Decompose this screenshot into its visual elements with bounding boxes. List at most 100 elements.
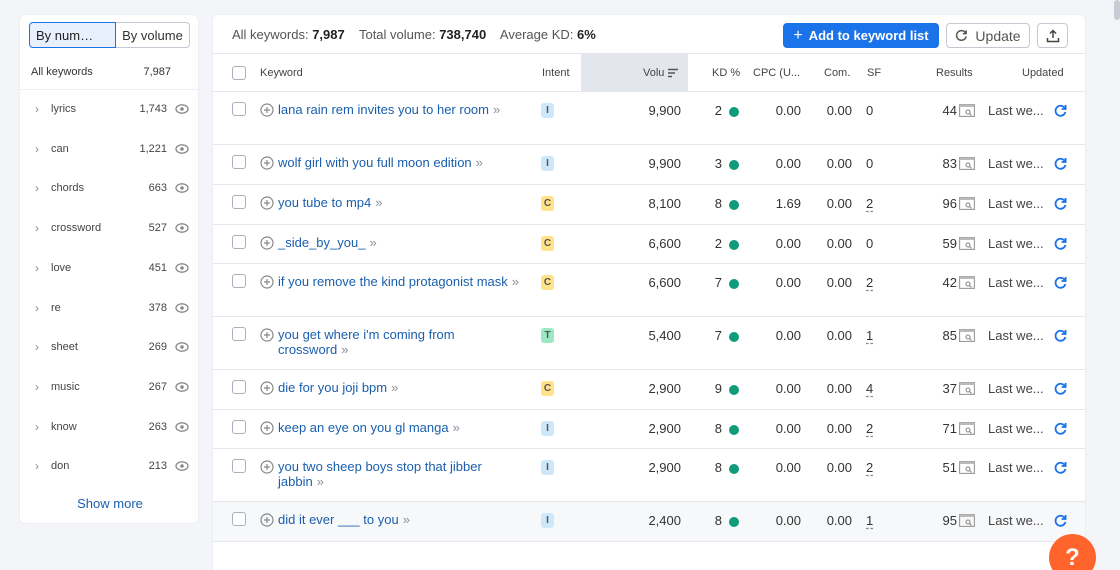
- serp-features-value[interactable]: 2: [866, 275, 873, 290]
- row-checkbox[interactable]: [232, 274, 246, 288]
- serp-preview-icon[interactable]: [959, 276, 975, 289]
- update-button[interactable]: Update: [946, 23, 1030, 48]
- eye-icon[interactable]: [175, 420, 189, 434]
- eye-icon[interactable]: [175, 301, 189, 315]
- row-checkbox[interactable]: [232, 459, 246, 473]
- serp-preview-icon[interactable]: [959, 104, 975, 117]
- add-keyword-icon[interactable]: [260, 196, 274, 210]
- keyword-details-icon[interactable]: »: [403, 512, 410, 527]
- keyword-link[interactable]: did it ever ___ to you: [278, 512, 399, 527]
- keyword-details-icon[interactable]: »: [375, 195, 382, 210]
- col-volume[interactable]: Volu: [643, 54, 679, 92]
- serp-features-value[interactable]: 4: [866, 381, 873, 396]
- serp-features-value[interactable]: 2: [866, 460, 873, 475]
- keyword-link[interactable]: keep an eye on you gl manga: [278, 420, 449, 435]
- keyword-details-icon[interactable]: »: [476, 155, 483, 170]
- keyword-details-icon[interactable]: »: [453, 420, 460, 435]
- show-more-link[interactable]: Show more: [20, 496, 200, 511]
- eye-icon[interactable]: [175, 142, 189, 156]
- serp-preview-icon[interactable]: [959, 329, 975, 342]
- export-button[interactable]: [1037, 23, 1068, 48]
- serp-features-value[interactable]: 1: [866, 513, 873, 528]
- serp-features-value[interactable]: 2: [866, 421, 873, 436]
- col-com[interactable]: Com.: [824, 54, 850, 92]
- keyword-group-item[interactable]: › know 263: [20, 417, 200, 437]
- eye-icon[interactable]: [175, 340, 189, 354]
- keyword-details-icon[interactable]: »: [493, 102, 500, 117]
- col-updated[interactable]: Updated: [1022, 54, 1064, 92]
- refresh-row-icon[interactable]: [1053, 196, 1068, 211]
- refresh-row-icon[interactable]: [1053, 275, 1068, 290]
- keyword-group-item[interactable]: › sheet 269: [20, 337, 200, 357]
- keyword-link[interactable]: you get where i'm coming from crossword: [278, 327, 455, 357]
- serp-features-value[interactable]: 2: [866, 196, 873, 211]
- keyword-details-icon[interactable]: »: [391, 380, 398, 395]
- add-keyword-icon[interactable]: [260, 328, 274, 342]
- refresh-row-icon[interactable]: [1053, 328, 1068, 343]
- row-checkbox[interactable]: [232, 155, 246, 169]
- keyword-link[interactable]: wolf girl with you full moon edition: [278, 155, 472, 170]
- serp-preview-icon[interactable]: [959, 422, 975, 435]
- select-all-checkbox[interactable]: [232, 66, 246, 80]
- all-keywords-row[interactable]: All keywords 7,987: [31, 66, 171, 78]
- keyword-group-item[interactable]: › don 213: [20, 456, 200, 476]
- add-to-keyword-list-button[interactable]: + Add to keyword list: [783, 23, 939, 48]
- row-checkbox[interactable]: [232, 512, 246, 526]
- eye-icon[interactable]: [175, 102, 189, 116]
- refresh-row-icon[interactable]: [1053, 236, 1068, 251]
- keyword-group-item[interactable]: › crossword 527: [20, 218, 200, 238]
- by-number-tab[interactable]: By num…: [29, 22, 116, 48]
- serp-preview-icon[interactable]: [959, 157, 975, 170]
- serp-preview-icon[interactable]: [959, 514, 975, 527]
- col-kd[interactable]: KD %: [712, 54, 740, 92]
- serp-preview-icon[interactable]: [959, 382, 975, 395]
- serp-preview-icon[interactable]: [959, 461, 975, 474]
- eye-icon[interactable]: [175, 181, 189, 195]
- keyword-details-icon[interactable]: »: [512, 274, 519, 289]
- keyword-link[interactable]: _side_by_you_: [278, 235, 365, 250]
- scrollbar-thumb[interactable]: [1114, 0, 1120, 20]
- add-keyword-icon[interactable]: [260, 513, 274, 527]
- serp-preview-icon[interactable]: [959, 237, 975, 250]
- add-keyword-icon[interactable]: [260, 460, 274, 474]
- row-checkbox[interactable]: [232, 102, 246, 116]
- col-intent[interactable]: Intent: [542, 54, 570, 92]
- keyword-link[interactable]: lana rain rem invites you to her room: [278, 102, 489, 117]
- add-keyword-icon[interactable]: [260, 103, 274, 117]
- col-cpc[interactable]: CPC (U...: [753, 54, 800, 92]
- keyword-group-item[interactable]: › lyrics 1,743: [20, 99, 200, 119]
- help-button[interactable]: ?: [1049, 534, 1096, 570]
- keyword-details-icon[interactable]: »: [341, 342, 348, 357]
- keyword-group-item[interactable]: › love 451: [20, 258, 200, 278]
- col-results[interactable]: Results: [936, 54, 973, 92]
- refresh-row-icon[interactable]: [1053, 421, 1068, 436]
- keyword-group-item[interactable]: › chords 663: [20, 178, 200, 198]
- col-sf[interactable]: SF: [867, 54, 881, 92]
- keyword-group-item[interactable]: › can 1,221: [20, 139, 200, 159]
- eye-icon[interactable]: [175, 221, 189, 235]
- add-keyword-icon[interactable]: [260, 275, 274, 289]
- keyword-details-icon[interactable]: »: [369, 235, 376, 250]
- refresh-row-icon[interactable]: [1053, 381, 1068, 396]
- row-checkbox[interactable]: [232, 380, 246, 394]
- eye-icon[interactable]: [175, 459, 189, 473]
- eye-icon[interactable]: [175, 261, 189, 275]
- serp-preview-icon[interactable]: [959, 197, 975, 210]
- refresh-row-icon[interactable]: [1053, 103, 1068, 118]
- eye-icon[interactable]: [175, 380, 189, 394]
- row-checkbox[interactable]: [232, 195, 246, 209]
- add-keyword-icon[interactable]: [260, 421, 274, 435]
- keyword-link[interactable]: you tube to mp4: [278, 195, 371, 210]
- refresh-row-icon[interactable]: [1053, 156, 1068, 171]
- serp-features-value[interactable]: 1: [866, 328, 873, 343]
- col-keyword[interactable]: Keyword: [260, 54, 303, 92]
- keyword-group-item[interactable]: › music 267: [20, 377, 200, 397]
- keyword-link[interactable]: if you remove the kind protagonist mask: [278, 274, 508, 289]
- keyword-group-item[interactable]: › re 378: [20, 298, 200, 318]
- add-keyword-icon[interactable]: [260, 156, 274, 170]
- add-keyword-icon[interactable]: [260, 381, 274, 395]
- keyword-details-icon[interactable]: »: [317, 474, 324, 489]
- by-volume-tab[interactable]: By volume: [116, 22, 190, 48]
- refresh-row-icon[interactable]: [1053, 460, 1068, 475]
- row-checkbox[interactable]: [232, 235, 246, 249]
